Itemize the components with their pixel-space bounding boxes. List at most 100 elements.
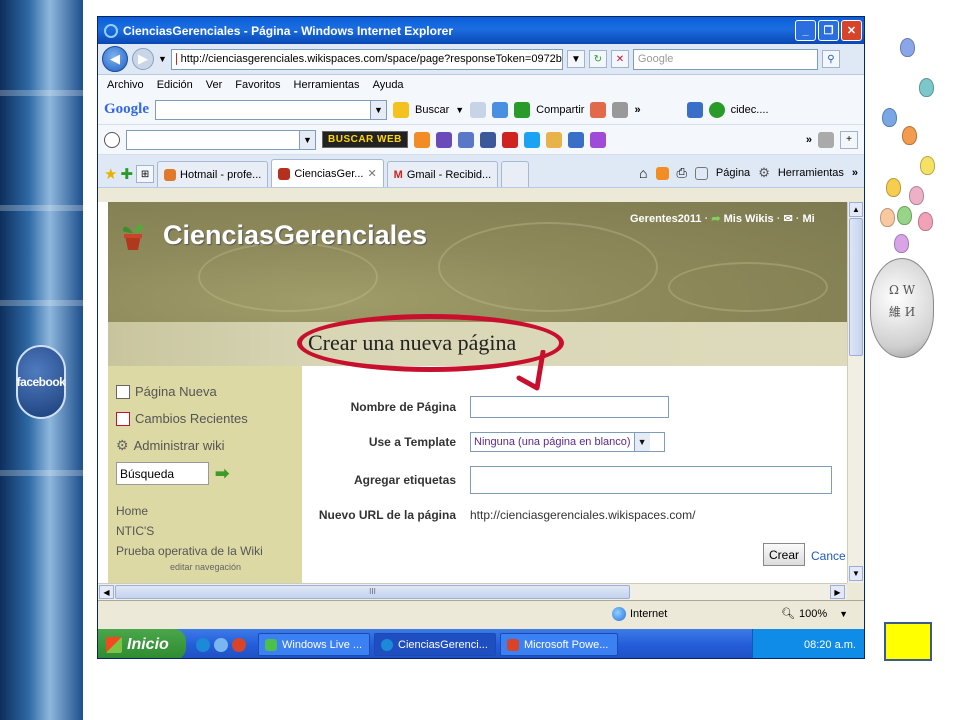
- alien-icon[interactable]: [104, 131, 120, 148]
- search-input[interactable]: Google: [632, 48, 818, 70]
- tab-cienciasgerenciales[interactable]: CienciasGer... ✕: [271, 159, 384, 187]
- mis-wikis-link[interactable]: Mis Wikis: [724, 213, 774, 225]
- nav-link-prueba[interactable]: Prueba operativa de la Wiki: [116, 541, 302, 561]
- app-icon[interactable]: [589, 131, 606, 148]
- site-title[interactable]: CienciasGerenciales: [163, 220, 427, 251]
- wrench-icon[interactable]: [686, 101, 703, 118]
- mi-link[interactable]: Mi: [802, 213, 814, 225]
- settings-icon[interactable]: [818, 131, 834, 148]
- refresh-icon[interactable]: ↻: [588, 50, 607, 68]
- tags-input[interactable]: [470, 466, 832, 494]
- google-search-input[interactable]: ▼: [155, 99, 387, 120]
- chevron-down-icon[interactable]: ▼: [299, 130, 315, 149]
- menu-favoritos[interactable]: Favoritos: [235, 79, 280, 91]
- cancel-link[interactable]: Cance: [811, 549, 846, 563]
- crear-button[interactable]: Crear: [763, 543, 806, 566]
- search-go-icon[interactable]: ➡: [215, 464, 229, 484]
- menu-ayuda[interactable]: Ayuda: [373, 79, 404, 91]
- chevron-down-icon[interactable]: ▼: [839, 609, 848, 619]
- translate-icon[interactable]: [612, 101, 629, 118]
- chevron-down-icon[interactable]: ▼: [633, 433, 650, 451]
- plus-tool-icon[interactable]: [413, 131, 430, 148]
- chevron-down-icon[interactable]: ▼: [455, 105, 464, 115]
- chevron-down-icon[interactable]: ▼: [370, 100, 386, 119]
- home-icon[interactable]: ⌂: [639, 165, 647, 181]
- nav-link-home[interactable]: Home: [116, 501, 302, 521]
- facebook-icon[interactable]: [479, 131, 496, 148]
- edit-navigation-link[interactable]: editar navegación: [170, 562, 302, 572]
- easter-egg-icon: [886, 178, 901, 197]
- back-button[interactable]: ◀: [102, 46, 128, 72]
- horizontal-scroll-thumb[interactable]: III: [115, 585, 630, 599]
- menu-herramientas[interactable]: Herramientas: [294, 79, 360, 91]
- vertical-scroll-thumb[interactable]: [849, 218, 863, 356]
- skype-icon[interactable]: [523, 131, 540, 148]
- close-tab-icon[interactable]: ✕: [367, 167, 376, 180]
- ie-quicklaunch-icon[interactable]: [214, 637, 228, 652]
- stop-icon[interactable]: ✕: [610, 50, 629, 68]
- more-chevron-icon[interactable]: »: [852, 167, 858, 179]
- username-link[interactable]: Gerentes2011: [630, 213, 702, 225]
- new-tab-button[interactable]: [501, 161, 530, 187]
- forward-button[interactable]: ▶: [132, 48, 154, 70]
- scroll-left-icon[interactable]: ◀: [99, 585, 114, 599]
- maximize-button[interactable]: ❐: [818, 20, 839, 41]
- screen-icon[interactable]: [567, 131, 584, 148]
- plus-icon[interactable]: [492, 101, 509, 118]
- more-chevron-icon[interactable]: »: [806, 134, 812, 146]
- clock[interactable]: 08:20 a.m.: [804, 639, 856, 651]
- nav-link-ntics[interactable]: NTIC'S: [116, 521, 302, 541]
- task-powerpoint[interactable]: Microsoft Powe...: [500, 633, 618, 656]
- start-button[interactable]: Inicio: [98, 629, 186, 658]
- compartir-button[interactable]: Compartir: [536, 104, 584, 116]
- task-windows-live[interactable]: Windows Live ...: [258, 633, 370, 656]
- buscar-web-button[interactable]: BUSCAR WEB: [322, 131, 408, 148]
- quick-tabs-icon[interactable]: ⊞: [136, 165, 155, 183]
- invader-icon[interactable]: [435, 131, 452, 148]
- ie-quicklaunch-icon[interactable]: [196, 637, 210, 652]
- scroll-right-icon[interactable]: ▶: [830, 585, 845, 599]
- tab-hotmail[interactable]: Hotmail - profe...: [157, 161, 269, 187]
- buscar-button[interactable]: Buscar: [415, 104, 449, 116]
- rss-icon[interactable]: [655, 166, 669, 180]
- games-icon[interactable]: [545, 131, 562, 148]
- zoom-control[interactable]: 🔍︎ 100% ▼: [781, 607, 848, 621]
- favorites-star-icon[interactable]: ★: [104, 165, 117, 187]
- address-field[interactable]: http://cienciasgerenciales.wikispaces.co…: [170, 48, 563, 70]
- task-cienciasgerenciales[interactable]: CienciasGerenci...: [374, 633, 496, 656]
- history-dropdown-icon[interactable]: ▼: [158, 54, 167, 64]
- page-icon[interactable]: [470, 101, 487, 118]
- page-name-input[interactable]: [470, 396, 669, 418]
- sidebar-item-administrar-wiki[interactable]: ⚙ Administrar wiki: [116, 432, 302, 459]
- pagina-menu[interactable]: Página: [716, 167, 750, 179]
- mail-icon[interactable]: ✉: [783, 213, 792, 225]
- menu-archivo[interactable]: Archivo: [107, 79, 144, 91]
- scroll-up-icon[interactable]: ▲: [849, 202, 863, 217]
- tab-gmail[interactable]: M Gmail - Recibid...: [386, 161, 499, 187]
- media-controls-icon[interactable]: [457, 131, 474, 148]
- add-icon[interactable]: +: [840, 130, 858, 149]
- address-dropdown-button[interactable]: ▼: [566, 50, 585, 68]
- add-favorite-icon[interactable]: ✚: [120, 165, 133, 187]
- horizontal-scrollbar[interactable]: ◀ III ▶: [98, 583, 847, 600]
- sidebar-search-input[interactable]: [116, 462, 209, 485]
- media-quicklaunch-icon[interactable]: [232, 637, 246, 652]
- sidebar-item-pagina-nueva[interactable]: Página Nueva: [116, 378, 302, 405]
- template-select[interactable]: Ninguna (una página en blanco) ▼: [470, 432, 665, 452]
- easter-egg-icon: [919, 78, 934, 97]
- close-button[interactable]: ✕: [841, 20, 862, 41]
- herramientas-menu[interactable]: Herramientas: [778, 167, 844, 179]
- scroll-down-icon[interactable]: ▼: [849, 566, 863, 581]
- google-user[interactable]: cidec....: [731, 104, 769, 116]
- spell-icon[interactable]: [590, 101, 607, 118]
- youtube-icon[interactable]: [501, 131, 518, 148]
- toolbar-search-input[interactable]: ▼: [126, 129, 316, 150]
- minimize-button[interactable]: _: [795, 20, 816, 41]
- vertical-scrollbar[interactable]: ▲ ▼: [847, 202, 864, 583]
- print-icon[interactable]: ⎙: [677, 165, 687, 181]
- sidebar-item-cambios-recientes[interactable]: Cambios Recientes: [116, 405, 302, 432]
- search-icon[interactable]: ⚲: [821, 50, 840, 68]
- menu-ver[interactable]: Ver: [206, 79, 223, 91]
- more-chevron-icon[interactable]: »: [634, 104, 640, 116]
- menu-edicion[interactable]: Edición: [157, 79, 193, 91]
